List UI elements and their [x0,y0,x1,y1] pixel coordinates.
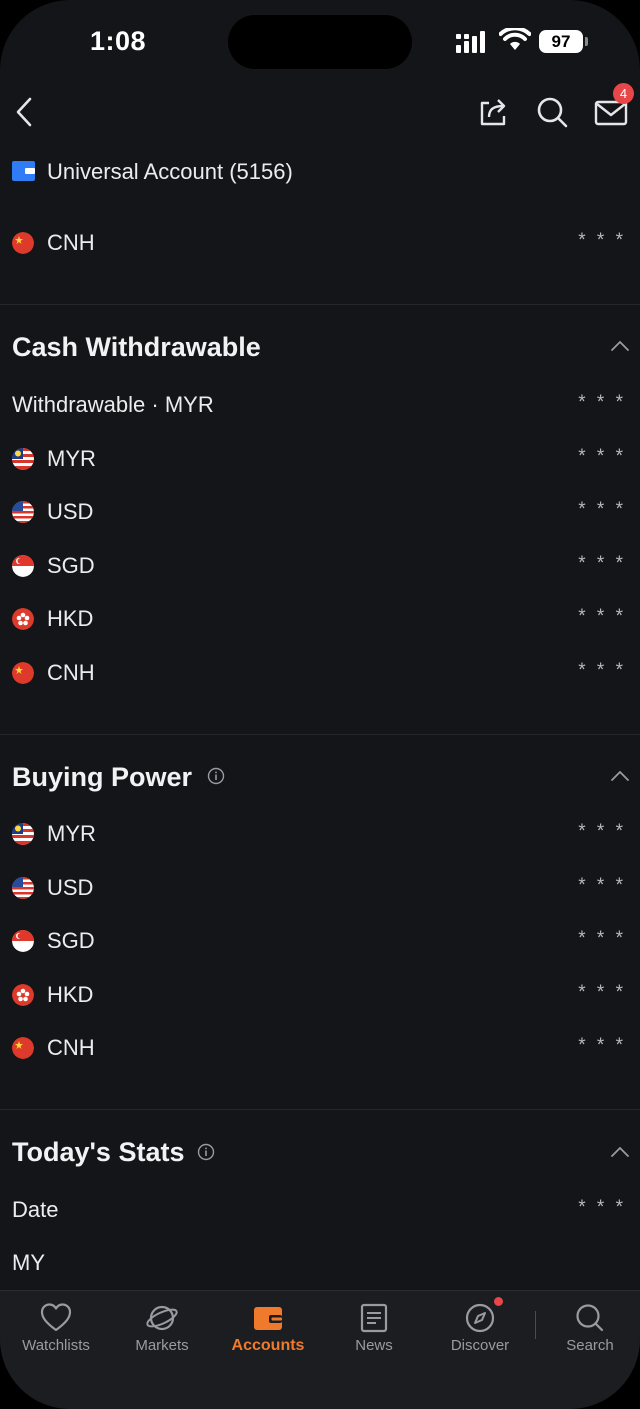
hk-flag-icon [12,984,34,1006]
list-item: HKD * * * [0,600,640,640]
list-item: SGD * * * [0,922,640,962]
list-item: MYR * * * [0,815,640,855]
currency-label: CNH [47,230,95,255]
list-item: CNH * * * [0,224,640,264]
list-item: Withdrawable · MYR * * * [0,386,640,426]
divider [0,734,640,735]
dynamic-island [228,15,412,69]
my-flag-icon [12,823,34,845]
masked-value: * * * [578,821,626,842]
masked-value: * * * [578,553,626,574]
list-item: CNH * * * [0,1029,640,1069]
cn-flag-icon [12,232,34,254]
masked-value: * * * [578,875,626,896]
chevron-up-icon[interactable] [610,1146,630,1158]
masked-value: * * * [578,230,626,251]
notification-dot [494,1297,503,1306]
currency-label: MYR [47,446,96,471]
tab-news[interactable]: News [326,1291,422,1371]
masked-value: * * * [578,1197,626,1218]
currency-label: CNH [47,660,95,685]
list-item: MYR * * * [0,440,640,480]
info-icon[interactable] [207,767,225,785]
withdrawable-summary-label: Withdrawable · MYR [12,392,214,417]
hk-flag-icon [12,608,34,630]
my-flag-icon [12,448,34,470]
cn-flag-icon [12,662,34,684]
status-bar: 1:08 97 [0,0,640,84]
top-nav [0,84,640,144]
currency-label: SGD [47,928,95,953]
section-title-todays-stats: Today's Stats [12,1137,185,1167]
us-flag-icon [12,877,34,899]
currency-label: HKD [47,606,94,631]
wallet-icon [254,1307,282,1330]
tab-search[interactable]: Search [542,1291,638,1371]
currency-label: HKD [47,982,94,1007]
currency-label: SGD [47,553,95,578]
currency-label: USD [47,875,94,900]
stat-label: Date [12,1197,59,1222]
mail-badge: 4 [613,83,634,104]
masked-value: * * * [578,928,626,949]
currency-label: CNH [47,1035,95,1060]
tab-label: Markets [135,1337,189,1354]
sg-flag-icon [12,930,34,952]
divider [0,304,640,305]
list-item: Date * * * [0,1191,640,1231]
compass-icon [465,1303,495,1333]
tab-label: Watchlists [22,1337,90,1354]
chevron-up-icon[interactable] [610,770,630,782]
masked-value: * * * [578,392,626,413]
planet-icon [146,1305,178,1331]
stat-label: MY [12,1250,45,1275]
list-item: USD * * * [0,869,640,909]
tab-label: News [355,1337,393,1354]
news-icon [360,1303,388,1333]
status-time: 1:08 [90,26,147,56]
back-icon[interactable] [8,94,44,130]
masked-value: * * * [578,499,626,520]
search-icon[interactable] [534,94,570,130]
list-item: MY [0,1244,640,1284]
tab-label: Accounts [231,1337,305,1354]
tab-bar: Watchlists Markets Accounts News Discove… [0,1290,640,1409]
section-title-buying-power: Buying Power [12,762,193,792]
tab-discover[interactable]: Discover [432,1291,528,1371]
masked-value: * * * [578,606,626,627]
masked-value: * * * [578,1035,626,1056]
list-item: USD * * * [0,493,640,533]
list-item: SGD * * * [0,547,640,587]
list-item: CNH * * * [0,654,640,694]
wifi-icon [499,28,531,50]
search-icon [576,1304,604,1332]
tab-label: Search [566,1337,614,1354]
tab-markets[interactable]: Markets [114,1291,210,1371]
battery-level: 97 [539,30,583,53]
masked-value: * * * [578,660,626,681]
tab-separator [535,1311,536,1339]
us-flag-icon [12,501,34,523]
account-wallet-icon [12,161,35,181]
cellular-signal-icon [456,31,485,53]
chevron-up-icon[interactable] [610,340,630,352]
share-icon[interactable] [475,94,511,130]
divider [0,1109,640,1110]
tab-label: Discover [450,1337,510,1354]
sg-flag-icon [12,555,34,577]
currency-label: USD [47,499,94,524]
phone-screen: 1:08 97 4 Universal Account (5156) CNH *… [0,0,640,1409]
list-item: HKD * * * [0,976,640,1016]
section-title-cash-withdrawable: Cash Withdrawable [12,332,261,362]
cn-flag-icon [12,1037,34,1059]
heart-icon [40,1303,72,1332]
masked-value: * * * [578,446,626,467]
currency-label: MYR [47,821,96,846]
info-icon[interactable] [197,1143,215,1161]
masked-value: * * * [578,982,626,1003]
tab-watchlists[interactable]: Watchlists [8,1291,104,1371]
account-label[interactable]: Universal Account (5156) [47,159,293,185]
battery-icon: 97 [539,30,589,53]
tab-accounts[interactable]: Accounts [220,1291,316,1371]
